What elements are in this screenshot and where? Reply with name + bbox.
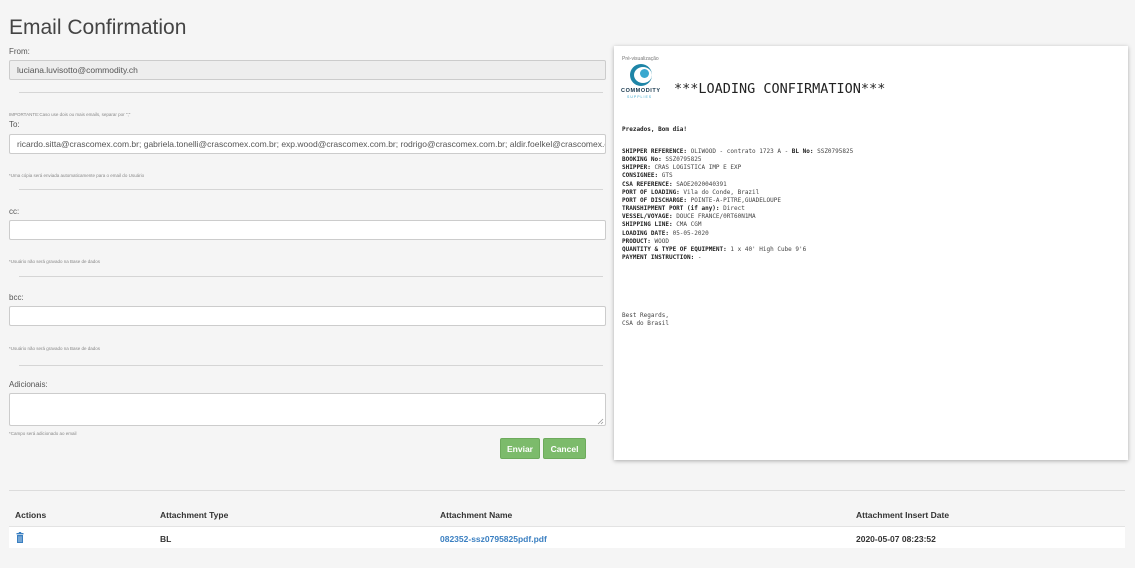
attachment-type: BL [160,534,172,544]
detail-line: QUANTITY & TYPE OF EQUIPMENT: 1 x 40' Hi… [622,245,807,253]
detail-line: PRODUCT: WOOD [622,237,669,245]
greeting: Prezados, Bom dia! [622,126,688,133]
regards: Best Regards, [622,312,669,319]
detail-line: PAYMENT INSTRUCTION: - [622,254,702,262]
signature: CSA do Brasil [622,320,669,327]
header-insert-date: Attachment Insert Date [856,510,950,520]
header-attachment-name: Attachment Name [440,510,513,520]
shipment-details: SHIPPER REFERENCE: OLIWOOD - contrato 17… [622,148,853,262]
attachment-date: 2020-05-07 08:23:52 [856,534,936,544]
detail-line: TRANSHIPMENT PORT (if any): Direct [622,205,745,213]
bcc-field[interactable] [9,306,606,326]
extra-label: Adicionais: [9,380,48,389]
section-divider [9,490,1125,491]
detail-line: SHIPPER: CRAS LOGISTICA IMP E EXP [622,164,742,172]
detail-line: PORT OF LOADING: Vila do Conde, Brazil [622,188,760,196]
detail-line: PORT OF DISCHARGE: POINTE-A-PITRE,GUADEL… [622,196,781,204]
cancel-button[interactable]: Cancel [543,438,586,459]
bcc-note: *Usuário não será gravado na Base de dad… [9,346,101,351]
table-row: BL 082352-ssz0795825pdf.pdf 2020-05-07 0… [9,526,1125,548]
page-title: Email Confirmation [9,16,187,39]
from-field: luciana.luvisotto@commodity.ch [9,60,606,80]
loading-heading: ***LOADING CONFIRMATION*** [674,81,886,97]
detail-line: CSA REFERENCE: SAOE2020040391 [622,180,727,188]
important-note: IMPORTANTE:Caso use dois ou mais emails,… [9,112,131,117]
extra-textarea[interactable] [9,393,606,426]
header-attachment-type: Attachment Type [160,510,229,520]
email-preview: Pré-visualização COMMODITY SUPPLIES ***L… [614,46,1128,460]
detail-line: SHIPPER REFERENCE: OLIWOOD - contrato 17… [622,148,854,155]
detail-line: BOOKING No: SSZ0795825 [622,156,702,164]
divider [19,365,603,366]
divider [19,92,603,93]
trash-icon[interactable] [16,532,24,543]
extra-note: *Campo será adicionado ao email [9,431,77,436]
bcc-label: bcc: [9,293,24,302]
header-actions: Actions [15,510,47,520]
cc-note: *Usuário não será gravado na Base de dad… [9,259,101,264]
cc-field[interactable] [9,220,606,240]
to-field[interactable]: ricardo.sitta@crascomex.com.br; gabriela… [9,134,606,154]
divider [19,189,603,190]
divider [19,276,603,277]
from-label: From: [9,47,30,56]
cc-label: cc: [9,207,20,216]
detail-line: CONSIGNEE: GTS [622,172,673,180]
commodity-logo: COMMODITY SUPPLIES [621,64,663,108]
send-button[interactable]: Enviar [500,438,540,459]
attachment-link[interactable]: 082352-ssz0795825pdf.pdf [440,534,547,544]
detail-line: LOADING DATE: 05-05-2020 [622,229,709,237]
to-label: To: [9,120,20,129]
detail-line: SHIPPING LINE: CMA CGM [622,221,702,229]
resize-handle-icon[interactable] [597,418,604,425]
to-note: *Uma cópia será enviada automaticamente … [9,173,145,178]
preview-label: Pré-visualização [622,56,659,62]
detail-line: VESSEL/VOYAGE: DOUCE FRANCE/0RT60N1MA [622,213,756,221]
